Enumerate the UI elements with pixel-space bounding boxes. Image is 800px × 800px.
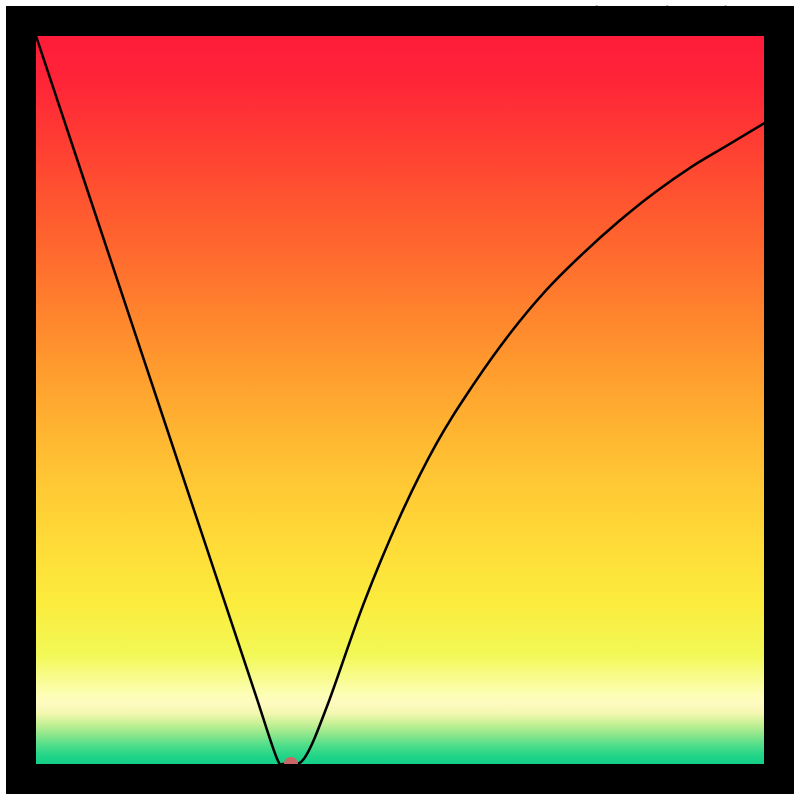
bottleneck-curve — [36, 36, 764, 764]
chart-container: TheBottleneck.com — [0, 0, 800, 800]
optimum-marker — [284, 757, 298, 764]
plot-area — [36, 36, 764, 764]
